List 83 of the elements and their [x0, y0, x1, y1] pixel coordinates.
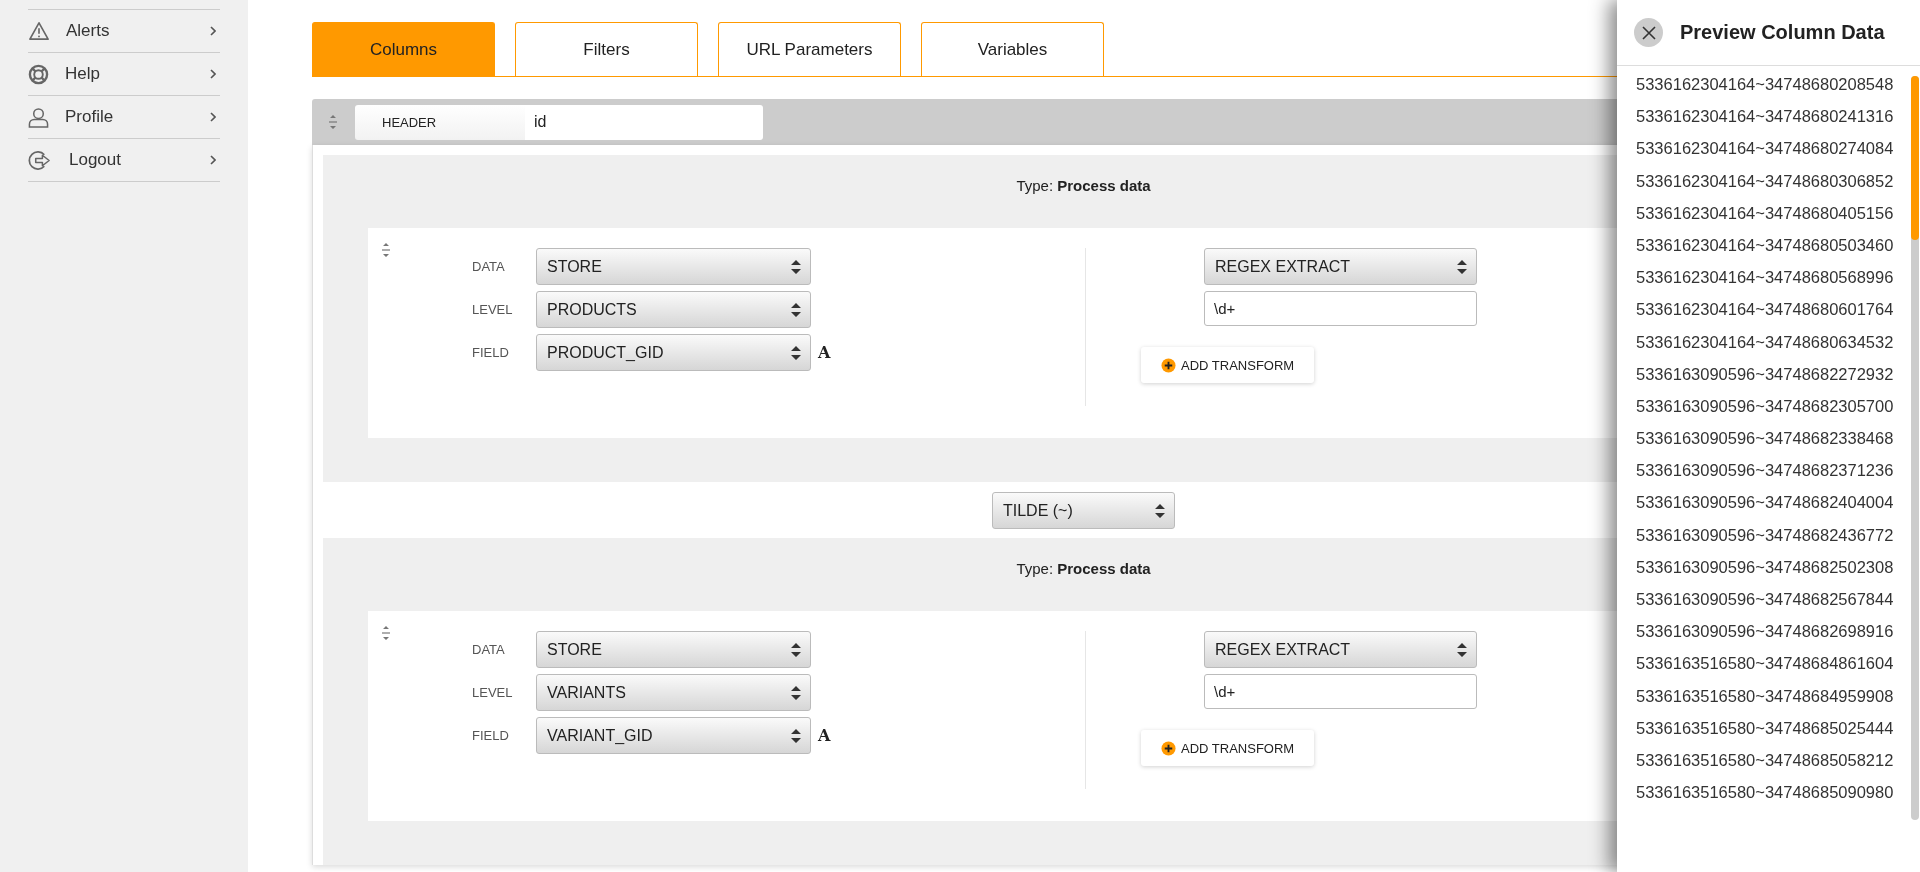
regex-input[interactable]: \d+ — [1204, 674, 1477, 709]
chevron-icon — [210, 112, 216, 122]
data-row-text: 5336162304164~34748680274084 — [1636, 138, 1895, 160]
add-transform-button[interactable]: ADD TRANSFORM — [1141, 347, 1315, 383]
data-row-text: 5336163090596~34748682371236 — [1636, 460, 1895, 482]
add-transform-button[interactable]: ADD TRANSFORM — [1141, 730, 1315, 766]
dropdown[interactable]: TILDE (~) — [992, 492, 1175, 529]
dropdown[interactable]: REGEX EXTRACT — [1204, 631, 1477, 668]
data-row-text: 5336162304164~34748680601764 — [1636, 299, 1895, 321]
sidebar-item[interactable]: Alerts — [28, 10, 220, 53]
field-label: LEVEL — [472, 302, 514, 317]
data-row-text: 5336162304164~34748680634532 — [1636, 331, 1895, 353]
drag-handle-icon[interactable] — [381, 625, 391, 641]
dropdown[interactable]: VARIANTS — [536, 674, 811, 711]
sidebar-item[interactable]: Profile — [28, 96, 220, 139]
tab[interactable]: Variables — [921, 22, 1104, 76]
caret-icon — [790, 344, 802, 361]
person-icon — [28, 106, 49, 128]
caret-icon — [790, 641, 802, 658]
data-row-text: 5336162304164~34748680306852 — [1636, 170, 1895, 192]
data-row-text: 5336163516580~34748685090980 — [1636, 782, 1895, 804]
data-row-text: 5336162304164~34748680241316 — [1636, 106, 1895, 128]
data-row-text: 5336162304164~34748680405156 — [1636, 202, 1895, 224]
data-row-text: 5336163090596~34748682305700 — [1636, 395, 1895, 417]
exit-icon — [28, 149, 53, 171]
data-row-text: 5336163090596~34748682698916 — [1636, 621, 1895, 643]
scrollbar-track[interactable] — [1911, 76, 1919, 820]
chevron-icon — [210, 155, 216, 165]
data-row-text: 5336162304164~34748680208548 — [1636, 74, 1895, 95]
drawer-title: Preview Column Data — [1680, 21, 1885, 44]
dropdown[interactable]: REGEX EXTRACT — [1204, 248, 1477, 285]
data-row-text: 5336163090596~34748682567844 — [1636, 589, 1895, 610]
close-icon — [1641, 25, 1656, 40]
tab[interactable]: Columns — [312, 22, 495, 76]
field-label: LEVEL — [472, 685, 514, 700]
field-label: DATA — [472, 642, 506, 657]
header-input[interactable]: id — [525, 104, 763, 140]
tab[interactable]: URL Parameters — [718, 22, 901, 76]
chevron-icon — [210, 26, 216, 36]
plus-icon — [1161, 357, 1176, 373]
dropdown[interactable]: PRODUCT_GID — [536, 334, 811, 371]
sidebar-item[interactable]: Help — [28, 53, 220, 96]
data-row-text: 5336163516580~34748684959908 — [1636, 685, 1895, 707]
data-row-text: 5336163516580~34748684861604 — [1636, 653, 1895, 675]
data-row-text: 5336163090596~34748682404004 — [1636, 492, 1895, 514]
caret-icon — [1456, 641, 1468, 658]
lifebuoy-icon — [28, 63, 49, 85]
header-label: HEADER — [355, 104, 525, 140]
dropdown[interactable]: VARIANT_GID — [536, 717, 811, 754]
regex-input[interactable]: \d+ — [1204, 291, 1477, 326]
type-text: Type: Process data — [1016, 560, 1151, 577]
data-row-text: 5336163090596~34748682338468 — [1636, 428, 1895, 450]
dropdown[interactable]: PRODUCTS — [536, 291, 811, 328]
caret-icon — [1154, 502, 1166, 519]
tab[interactable]: Filters — [515, 22, 698, 76]
data-row-text: 5336163516580~34748685025444 — [1636, 717, 1895, 739]
field-label: FIELD — [472, 345, 510, 360]
scrollbar-thumb[interactable] — [1911, 76, 1919, 240]
close-button[interactable] — [1634, 18, 1663, 47]
data-row-text: 5336162304164~34748680503460 — [1636, 234, 1895, 256]
text-type-icon: A — [818, 343, 831, 362]
type-text: Type: Process data — [1016, 177, 1151, 194]
warning-icon — [28, 21, 50, 41]
caret-icon — [790, 258, 802, 275]
data-row-text: 5336163090596~34748682502308 — [1636, 556, 1895, 578]
chevron-icon — [210, 69, 216, 79]
caret-icon — [790, 301, 802, 318]
data-row-text: 5336163090596~34748682436772 — [1636, 524, 1895, 546]
caret-icon — [790, 684, 802, 701]
field-label: DATA — [472, 259, 506, 274]
caret-icon — [790, 727, 802, 744]
data-row-text: 5336162304164~34748680568996 — [1636, 267, 1895, 289]
dropdown[interactable]: STORE — [536, 248, 811, 285]
drag-handle-icon[interactable] — [381, 242, 391, 258]
data-row-text: 5336163090596~34748682272932 — [1636, 363, 1895, 385]
plus-icon — [1161, 740, 1176, 756]
sidebar-item[interactable]: Logout — [28, 139, 220, 182]
dropdown[interactable]: STORE — [536, 631, 811, 668]
text-type-icon: A — [818, 726, 831, 745]
drag-handle-icon[interactable] — [328, 114, 338, 130]
data-row-text: 5336163516580~34748685058212 — [1636, 749, 1895, 771]
field-label: FIELD — [472, 728, 510, 743]
caret-icon — [1456, 258, 1468, 275]
